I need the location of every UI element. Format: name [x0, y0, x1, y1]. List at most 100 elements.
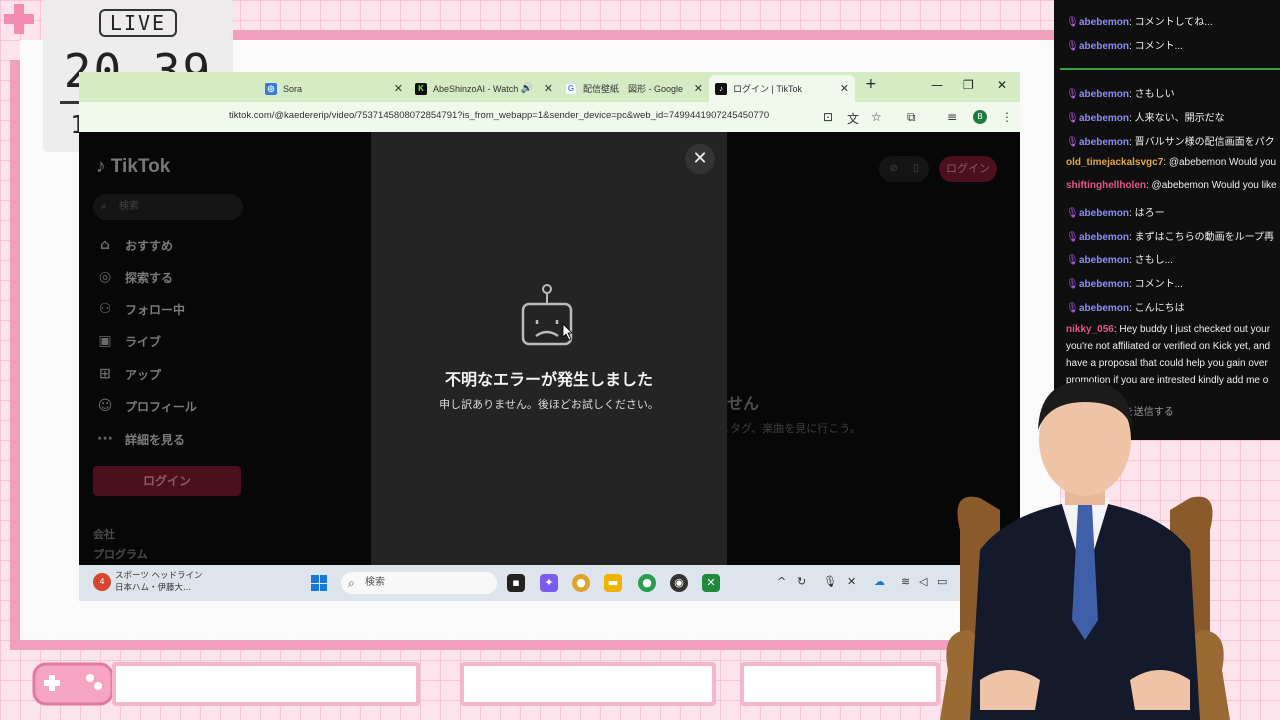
tab-google[interactable]: G 配信壁紙 図形 - Google ✕	[559, 75, 709, 102]
tray-x-icon[interactable]: ✕	[847, 575, 856, 588]
profile-avatar[interactable]: B	[973, 110, 987, 124]
header-icons[interactable]: ⊘ ▯	[879, 156, 929, 182]
close-icon[interactable]: ✕	[394, 82, 403, 95]
xbox-icon[interactable]: ✕	[702, 574, 720, 592]
address-bar: tiktok.com/@kaedererip/video/75371458080…	[79, 102, 1020, 132]
tab-strip: ◎ Sora ✕ K AbeShinzoAI - Watch 🔊 ✕ G 配信壁…	[79, 72, 1020, 102]
extensions-icon[interactable]: ⧉	[907, 110, 916, 125]
nav-item-profile[interactable]: ☺ プロフィール	[95, 395, 197, 417]
maximize-icon[interactable]: ❐	[963, 78, 974, 92]
modal-close-button[interactable]: ✕	[685, 144, 715, 174]
google-icon: G	[565, 82, 577, 95]
chrome-profile-icon[interactable]: ●	[638, 574, 656, 592]
header-login-button[interactable]: ログイン	[939, 156, 997, 182]
tiktok-icon: ♪	[715, 82, 727, 95]
chat-message: 🎙abebemon: コメント...	[1066, 41, 1183, 52]
mic-icon: 🎙	[1066, 17, 1079, 28]
mic-icon: 🎙	[1066, 208, 1079, 219]
tiktok-search-input[interactable]: ⌕ 検索	[93, 194, 243, 220]
news-widget[interactable]: 4 スポーツ ヘッドライン 日本ハム・伊藤大...	[93, 570, 203, 594]
windows-taskbar: 4 スポーツ ヘッドライン 日本ハム・伊藤大... ⌕ 検索 ▪ ✦ ● ▬ ●…	[79, 565, 1020, 601]
browser-window: ◎ Sora ✕ K AbeShinzoAI - Watch 🔊 ✕ G 配信壁…	[79, 72, 1020, 565]
sad-robot-icon	[521, 284, 573, 346]
chat-message: 🎙abebemon: 晋バルサン様の配信画面をパク	[1066, 137, 1275, 148]
new-tab-button[interactable]: +	[865, 76, 877, 92]
chrome-icon[interactable]: ●	[572, 574, 590, 592]
tab-label: Sora	[283, 83, 303, 94]
taskbar-search-input[interactable]: ⌕ 検索	[341, 572, 497, 594]
error-title: 不明なエラーが発生しました	[444, 370, 653, 389]
nav-item-upload[interactable]: ⊞ アップ	[95, 363, 161, 385]
tray-mic-icon[interactable]: 🎙	[823, 575, 837, 588]
file-explorer-icon[interactable]: ▬	[604, 574, 622, 592]
tray-sync-icon[interactable]: ↻	[797, 575, 806, 588]
nav-item-recommended[interactable]: ⌂ おすすめ	[95, 234, 173, 256]
tab-tiktok[interactable]: ♪ ログイン | TikTok ✕	[709, 75, 855, 102]
footer-link-program[interactable]: プログラム	[93, 546, 148, 562]
mic-icon: 🎙	[1066, 89, 1079, 100]
task-view-icon[interactable]: ▪	[507, 574, 525, 592]
frame-left-bar	[10, 60, 20, 640]
tiktok-page: ♪ TikTok ⌕ 検索 ⌂ おすすめ ◎ 探索する ⚇ フォロー中 ▣ ライ…	[79, 132, 1020, 565]
footer-link-company[interactable]: 会社	[93, 526, 115, 542]
minimize-icon[interactable]: —	[931, 78, 943, 92]
chat-message-long: nikky_056: Hey buddy I just checked out …	[1066, 324, 1271, 386]
more-dots-icon: ···	[97, 431, 113, 447]
windows-start-icon[interactable]	[311, 575, 327, 591]
frame-top-bar	[230, 30, 1060, 40]
close-icon[interactable]: ✕	[544, 82, 553, 95]
tray-chevron-icon[interactable]: ^	[777, 575, 786, 588]
live-tv-icon: ▣	[98, 333, 112, 349]
close-icon: ✕	[692, 148, 708, 169]
gamepad-icon	[32, 662, 114, 706]
mic-icon: 🎙	[1066, 113, 1079, 124]
tab-label: 配信壁紙 図形 - Google	[583, 84, 684, 94]
media-control-icon[interactable]: ≡	[947, 110, 957, 124]
webcam-person-image	[940, 381, 1230, 720]
tab-kick[interactable]: K AbeShinzoAI - Watch 🔊 ✕	[409, 75, 559, 102]
speaker-icon[interactable]: 🔊	[521, 83, 533, 94]
device-icon[interactable]: ▯	[913, 163, 919, 174]
nav-item-explore[interactable]: ◎ 探索する	[95, 266, 173, 288]
search-icon: ⌕	[101, 201, 107, 212]
plus-square-icon: ⊞	[99, 366, 111, 382]
tray-onedrive-icon[interactable]: ☁	[874, 575, 885, 588]
chat-message: 🎙abebemon: コメント...	[1066, 279, 1183, 290]
chat-divider	[1060, 68, 1280, 70]
overlay-box-3	[740, 662, 940, 706]
translate-icon[interactable]: 文	[847, 110, 859, 127]
tiktok-logo[interactable]: ♪ TikTok	[96, 156, 170, 178]
news-line-1: スポーツ ヘッドライン	[115, 571, 203, 581]
chat-message: 🎙abebemon: さもし...	[1066, 255, 1173, 266]
tab-sora[interactable]: ◎ Sora ✕	[259, 75, 409, 102]
mic-icon: 🎙	[1066, 279, 1079, 290]
window-close-icon[interactable]: ✕	[997, 78, 1007, 92]
chat-message: 🎙abebemon: コメントしてね...	[1066, 17, 1213, 28]
chat-message: old_timejackalsvgc7: @abebemon Would you	[1066, 157, 1277, 168]
news-line-2: 日本ハム・伊藤大...	[115, 583, 192, 593]
compass-icon: ◎	[98, 269, 112, 285]
close-icon[interactable]: ✕	[694, 82, 703, 95]
install-icon[interactable]: ⊡	[823, 110, 833, 124]
frame-bottom-bar	[10, 640, 950, 650]
url-field[interactable]: tiktok.com/@kaedererip/video/75371458080…	[229, 110, 769, 121]
obs-icon[interactable]: ◉	[670, 574, 688, 592]
bookmark-star-icon[interactable]: ☆	[871, 110, 882, 124]
coin-icon[interactable]: ⊘	[889, 163, 897, 174]
close-icon[interactable]: ✕	[840, 82, 849, 95]
live-badge: LIVE	[98, 9, 178, 37]
menu-icon[interactable]: ⋮	[1001, 110, 1013, 124]
sidebar-login-button[interactable]: ログイン	[93, 466, 241, 496]
tiktok-logo-icon: ♪	[96, 156, 106, 177]
nav-item-live[interactable]: ▣ ライブ	[95, 330, 161, 352]
wifi-icon[interactable]: ≋	[901, 575, 910, 588]
mic-icon: 🎙	[1066, 303, 1079, 314]
chat-message: 🎙abebemon: こんにちは	[1066, 303, 1185, 314]
copilot-icon[interactable]: ✦	[540, 574, 558, 592]
chat-message: 🎙abebemon: はろー	[1066, 208, 1165, 219]
chat-message: 🎙abebemon: 人来ない、開示だな	[1066, 113, 1225, 124]
pixel-flower-icon	[4, 4, 34, 34]
background-subtext: ュタグ、楽曲を見に行こう。	[719, 422, 861, 435]
nav-item-more[interactable]: ··· 詳細を見る	[95, 428, 185, 450]
nav-item-following[interactable]: ⚇ フォロー中	[95, 298, 185, 320]
